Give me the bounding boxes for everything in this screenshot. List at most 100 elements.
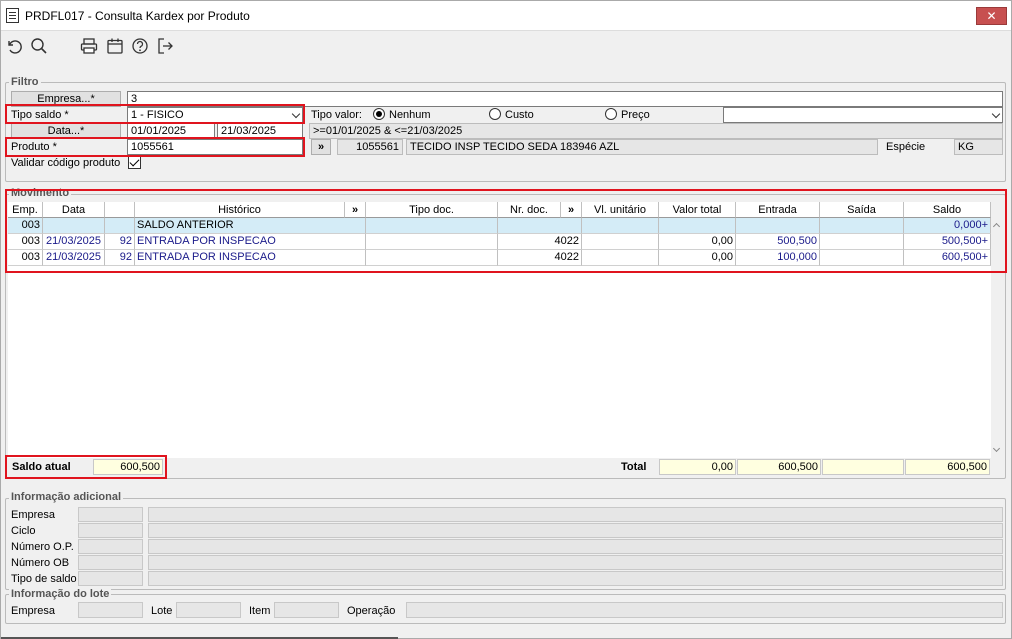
movimento-grid: Emp. Data Histórico » Tipo doc. Nr. doc.… xyxy=(8,202,991,458)
radio-preco[interactable] xyxy=(605,108,617,120)
cell-nr-doc: 4022 xyxy=(498,234,582,250)
col-header-tipo-doc[interactable]: Tipo doc. xyxy=(366,202,498,218)
cell-tipo-doc xyxy=(366,250,498,266)
lote-operacao-label: Operação xyxy=(347,605,396,617)
tipo-valor-extra-select[interactable] xyxy=(723,107,1003,123)
close-button[interactable]: ✕ xyxy=(976,7,1007,25)
total-saida xyxy=(822,459,904,475)
cell-saida xyxy=(820,234,904,250)
cell-vl-unitario xyxy=(582,218,659,234)
saldo-atual-label: Saldo atual xyxy=(12,461,71,473)
col-header-nr-doc[interactable]: Nr. doc. xyxy=(498,202,561,218)
info-lote-label: Informação do lote xyxy=(9,588,112,600)
historico-expand-button[interactable]: » xyxy=(345,202,366,218)
undo-icon[interactable] xyxy=(4,36,24,56)
exit-icon[interactable] xyxy=(155,36,175,56)
print-icon[interactable] xyxy=(79,36,99,56)
col-header-historico[interactable]: Histórico xyxy=(135,202,345,218)
chevron-down-icon xyxy=(991,109,1001,119)
info-numero-op-label: Número O.P. xyxy=(11,541,74,553)
col-header-saida[interactable]: Saída xyxy=(820,202,904,218)
nr-doc-expand-button[interactable]: » xyxy=(561,202,582,218)
total-entrada: 600,500 xyxy=(737,459,821,475)
info-ciclo-label: Ciclo xyxy=(11,525,36,537)
cell-valor-total xyxy=(659,218,736,234)
lote-lote-field xyxy=(176,602,241,618)
cell-tipo-doc xyxy=(366,234,498,250)
lote-item-label: Item xyxy=(249,605,271,617)
window-title: PRDFL017 - Consulta Kardex por Produto xyxy=(25,9,250,23)
calendar-icon[interactable] xyxy=(105,36,125,56)
cell-historico: SALDO ANTERIOR xyxy=(135,218,366,234)
title-bar: PRDFL017 - Consulta Kardex por Produto ✕ xyxy=(1,1,1011,31)
scroll-down-icon[interactable] xyxy=(992,444,1001,453)
chevron-down-icon xyxy=(291,109,301,119)
info-ciclo-desc xyxy=(148,523,1003,538)
cell-emp: 003 xyxy=(8,250,43,266)
col-header-saldo[interactable]: Saldo xyxy=(904,202,991,218)
radio-custo[interactable] xyxy=(489,108,501,120)
info-numero-op-code xyxy=(78,539,143,554)
tipo-valor-label: Tipo valor: xyxy=(311,109,362,121)
scroll-up-icon[interactable] xyxy=(992,222,1001,231)
info-adicional-label: Informação adicional xyxy=(9,491,124,503)
cell-entrada: 100,000 xyxy=(736,250,820,266)
col-header-emp[interactable]: Emp. xyxy=(8,202,43,218)
cell-data xyxy=(43,218,105,234)
validar-codigo-checkbox[interactable] xyxy=(128,156,141,169)
saldo-atual-value: 600,500 xyxy=(93,459,163,475)
lote-empresa-label: Empresa xyxy=(11,605,56,617)
col-header-vl-unitario[interactable]: Vl. unitário xyxy=(582,202,659,218)
info-ciclo-code xyxy=(78,523,143,538)
data-expression: >=01/01/2025 & <=21/03/2025 xyxy=(309,123,1003,139)
info-tipo-saldo-code xyxy=(78,571,143,586)
cell-valor-total: 0,00 xyxy=(659,234,736,250)
toolbar xyxy=(1,32,1011,60)
col-header-entrada[interactable]: Entrada xyxy=(736,202,820,218)
cell-saldo: 0,000+ xyxy=(904,218,991,234)
cell-entrada xyxy=(736,218,820,234)
cell-historico: ENTRADA POR INSPECAO xyxy=(135,234,366,250)
produto-description: TECIDO INSP TECIDO SEDA 183946 AZL xyxy=(406,139,878,155)
empresa-label[interactable]: Empresa...* xyxy=(11,91,121,107)
radio-preco-label: Preço xyxy=(621,109,650,121)
info-tipo-saldo-label: Tipo de saldo xyxy=(11,573,77,585)
cell-nr-doc xyxy=(498,218,582,234)
col-header-valor-total[interactable]: Valor total xyxy=(659,202,736,218)
data-label[interactable]: Data...* xyxy=(11,123,121,139)
cell-nr: 92 xyxy=(105,250,135,266)
cell-vl-unitario xyxy=(582,234,659,250)
filtro-label: Filtro xyxy=(9,76,41,88)
cell-entrada: 500,500 xyxy=(736,234,820,250)
produto-field[interactable]: 1055561 xyxy=(127,139,303,155)
radio-custo-label: Custo xyxy=(505,109,534,121)
info-empresa-desc xyxy=(148,507,1003,522)
empresa-field[interactable]: 3 xyxy=(127,91,1003,107)
search-icon[interactable] xyxy=(29,36,49,56)
info-empresa-label: Empresa xyxy=(11,509,56,521)
app-window: PRDFL017 - Consulta Kardex por Produto ✕… xyxy=(0,0,1012,639)
data-to-field[interactable]: 21/03/2025 xyxy=(217,123,303,139)
cell-nr-doc: 4022 xyxy=(498,250,582,266)
info-numero-ob-desc xyxy=(148,555,1003,570)
produto-lookup-button[interactable]: » xyxy=(311,139,331,155)
cell-historico: ENTRADA POR INSPECAO xyxy=(135,250,366,266)
tipo-saldo-select[interactable]: 1 - FISICO xyxy=(127,107,303,123)
produto-code-display: 1055561 xyxy=(337,139,403,155)
grid-scrollbar[interactable] xyxy=(991,218,1003,458)
validar-codigo-label: Validar código produto xyxy=(11,157,121,169)
info-empresa-code xyxy=(78,507,143,522)
tipo-saldo-value: 1 - FISICO xyxy=(131,109,184,121)
data-from-field[interactable]: 01/01/2025 xyxy=(127,123,215,139)
total-label: Total xyxy=(621,461,647,473)
col-header-nr[interactable] xyxy=(105,202,135,218)
lote-operacao-field xyxy=(406,602,1003,618)
cell-saldo: 500,500+ xyxy=(904,234,991,250)
help-icon[interactable] xyxy=(130,36,150,56)
especie-label: Espécie xyxy=(886,141,926,153)
cell-nr xyxy=(105,218,135,234)
radio-nenhum[interactable] xyxy=(373,108,385,120)
info-numero-ob-code xyxy=(78,555,143,570)
col-header-data[interactable]: Data xyxy=(43,202,105,218)
produto-label: Produto * xyxy=(11,141,57,153)
